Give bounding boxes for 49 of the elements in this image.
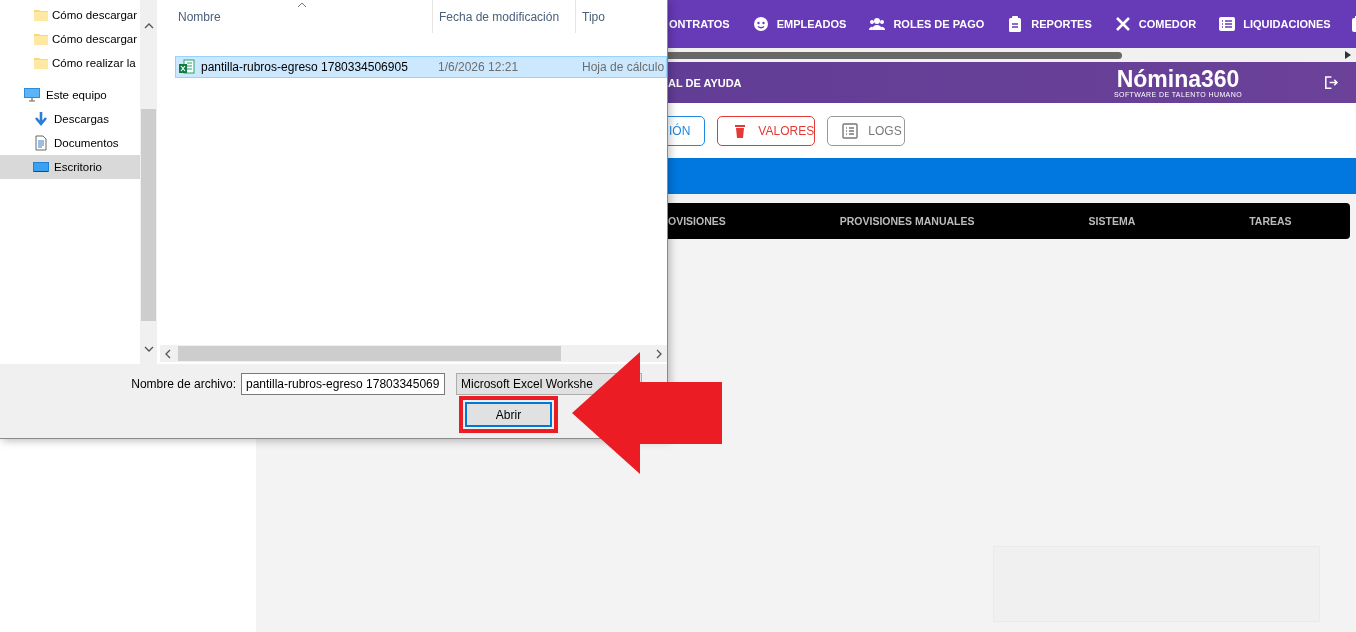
download-arrow-icon — [33, 111, 49, 127]
nav-item[interactable]: EMPLEADOS — [752, 16, 847, 32]
filename-field[interactable]: pantilla-rubros-egreso 17803345069 — [241, 373, 445, 395]
folder-icon — [33, 31, 49, 47]
logo-text: Nómina360 — [1116, 67, 1240, 91]
list-icon — [1219, 16, 1236, 32]
file-name: pantilla-rubros-egreso 1780334506905 — [201, 60, 408, 74]
folder-icon — [33, 7, 49, 23]
nav-item[interactable]: COMEDOR — [1114, 16, 1197, 32]
nav-item[interactable]: ROLES DE PAGO — [869, 16, 985, 32]
field-label: Nombre de archivo: — [130, 377, 236, 391]
document-icon — [33, 135, 49, 151]
nav-tree-item[interactable]: Cómo descargar — [0, 3, 140, 27]
computer-icon — [24, 87, 40, 103]
nav-item[interactable]: LIQUIDACIONES — [1219, 16, 1331, 32]
open-button[interactable]: Abrir — [465, 402, 552, 427]
tab[interactable]: OVISIONES — [668, 215, 726, 227]
tab[interactable]: TAREAS — [1249, 215, 1292, 227]
action-button[interactable]: VALORES — [717, 115, 816, 146]
help-link[interactable]: AL DE AYUDA — [668, 76, 748, 89]
column-header[interactable]: Fecha de modificación — [433, 0, 576, 33]
list-icon — [842, 122, 859, 139]
spreadsheet-icon — [179, 59, 195, 75]
people-icon — [869, 16, 886, 32]
nav-tree-item[interactable]: Descargas — [0, 107, 140, 131]
nav-tree-item[interactable]: Documentos — [0, 131, 140, 155]
column-header[interactable]: Nombre — [160, 0, 433, 33]
face-icon — [752, 16, 769, 32]
nav-tree-item[interactable]: Este equipo — [0, 83, 140, 107]
sort-caret-icon — [297, 2, 307, 8]
logout-icon[interactable] — [1323, 75, 1338, 90]
scrollbar[interactable] — [140, 0, 157, 364]
action-button[interactable]: LOGS — [827, 115, 906, 146]
scroll-arrow-icon[interactable] — [1345, 51, 1351, 59]
file-type: Hoja de cálculo — [582, 60, 665, 74]
nav-tree-item[interactable]: Escritorio — [0, 155, 140, 179]
tab[interactable]: PROVISIONES MANUALES — [839, 215, 975, 227]
folder-icon — [33, 55, 49, 71]
nav-tree-item[interactable]: Cómo descargar — [0, 27, 140, 51]
nav-item[interactable]: REPORTES — [1007, 16, 1092, 32]
column-header[interactable]: Tipo — [576, 0, 667, 33]
file-date: 1/6/2026 12:21 — [438, 60, 520, 74]
monitor-icon — [33, 159, 49, 175]
file-row[interactable]: pantilla-rubros-egreso 1780334506905 1/6/2026 12:21 Hoja de cálculo — [175, 56, 667, 78]
nav-item[interactable]: ONTRATOS — [669, 18, 730, 30]
tab[interactable]: SISTEMA — [1088, 215, 1136, 227]
scrollbar[interactable] — [160, 345, 667, 362]
clipboard-icon — [1007, 16, 1024, 32]
nav-tree-item[interactable]: Cómo realizar la — [0, 51, 140, 75]
